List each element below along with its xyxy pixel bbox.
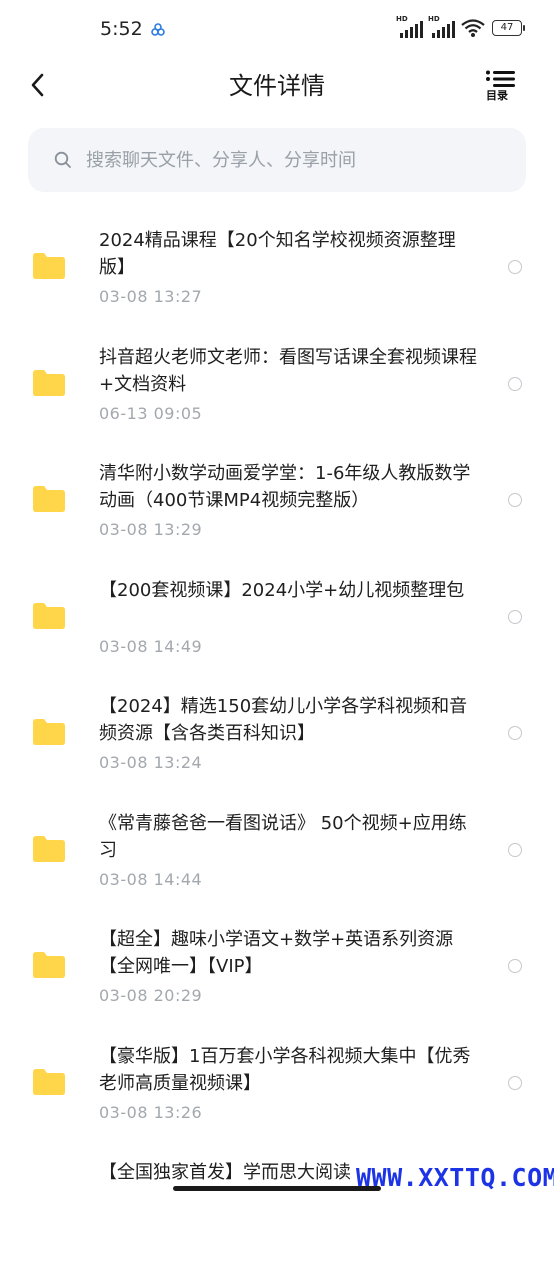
file-name: 【超全】趣味小学语文+数学+英语系列资源【全网唯一】【VIP】 bbox=[99, 929, 454, 977]
file-name: 抖音超火老师文老师：看图写话课全套视频课程+文档资料 bbox=[99, 346, 477, 395]
folder-icon bbox=[33, 602, 65, 629]
battery-icon: 47 bbox=[492, 20, 525, 36]
file-name: 2024精品课程【20个知名学校视频资源整理版】 bbox=[99, 230, 456, 278]
file-time: 03-08 13:27 bbox=[99, 287, 203, 306]
file-row[interactable]: 清华附小数学动画爱学堂：1-6年级人教版数学动画（400节课MP4视频完整版） … bbox=[0, 446, 554, 563]
signal-2-icon: HD bbox=[428, 15, 455, 38]
select-radio[interactable] bbox=[508, 842, 522, 857]
folder-icon bbox=[33, 253, 65, 279]
search-box[interactable] bbox=[28, 128, 526, 192]
file-row[interactable]: 【超全】趣味小学语文+数学+英语系列资源【全网唯一】【VIP】 03-08 20… bbox=[0, 912, 554, 1029]
search-input[interactable] bbox=[84, 148, 488, 172]
file-time: 03-08 14:44 bbox=[99, 869, 203, 889]
file-name: 【2024】精选150套幼儿小学各学科视频和音频资源【含各类百科知识】 bbox=[99, 696, 468, 744]
file-row[interactable]: 《常青藤爸爸一看图说话》 50个视频+应用练习 03-08 14:44 bbox=[0, 796, 554, 913]
file-time: 03-08 20:29 bbox=[99, 986, 203, 1005]
select-radio[interactable] bbox=[508, 1075, 522, 1090]
file-name: 《常青藤爸爸一看图说话》 50个视频+应用练习 bbox=[99, 812, 467, 861]
file-row[interactable]: 抖音超火老师文老师：看图写话课全套视频课程+文档资料 06-13 09:05 bbox=[0, 330, 554, 447]
folder-icon bbox=[33, 369, 65, 396]
file-row[interactable]: 【豪华版】1百万套小学各科视频大集中【优秀老师高质量视频课】 03-08 13:… bbox=[0, 1029, 554, 1146]
status-bar: 5:52 HD HD 47 bbox=[0, 0, 554, 60]
file-time: 03-08 13:24 bbox=[99, 753, 203, 772]
signal-1-icon: HD bbox=[396, 15, 423, 38]
file-time: 03-08 13:29 bbox=[99, 520, 203, 539]
folder-icon bbox=[33, 486, 65, 512]
home-indicator[interactable] bbox=[173, 1186, 381, 1191]
status-time: 5:52 bbox=[100, 18, 143, 40]
select-radio[interactable] bbox=[508, 376, 522, 391]
file-time: 03-08 13:26 bbox=[99, 1102, 203, 1122]
watermark: WWW.XXTTQ.COM bbox=[356, 1163, 554, 1192]
select-radio[interactable] bbox=[508, 726, 522, 740]
battery-level: 47 bbox=[500, 22, 514, 33]
folder-icon bbox=[33, 1068, 65, 1095]
select-radio[interactable] bbox=[508, 493, 522, 507]
file-row[interactable]: 【2024】精选150套幼儿小学各学科视频和音频资源【含各类百科知识】 03-0… bbox=[0, 679, 554, 796]
toc-label: 目录 bbox=[486, 89, 508, 102]
page-title: 文件详情 bbox=[229, 72, 325, 100]
select-radio[interactable] bbox=[508, 609, 522, 624]
folder-icon bbox=[33, 719, 65, 745]
file-name: 【豪华版】1百万套小学各科视频大集中【优秀老师高质量视频课】 bbox=[99, 1045, 471, 1094]
file-name: 【200套视频课】2024小学+幼儿视频整理包 bbox=[99, 579, 465, 601]
file-row[interactable]: 2024精品课程【20个知名学校视频资源整理版】 03-08 13:27 bbox=[0, 213, 554, 330]
file-time: 06-13 09:05 bbox=[99, 403, 203, 423]
file-name: 清华附小数学动画爱学堂：1-6年级人教版数学动画（400节课MP4视频完整版） bbox=[99, 463, 471, 511]
search-icon bbox=[54, 151, 71, 168]
file-row[interactable]: 【200套视频课】2024小学+幼儿视频整理包 03-08 14:49 bbox=[0, 563, 554, 680]
wifi-icon bbox=[461, 19, 485, 37]
flower-app-icon bbox=[151, 23, 165, 36]
file-time: 03-08 14:49 bbox=[99, 636, 203, 656]
file-list: 2024精品课程【20个知名学校视频资源整理版】 03-08 13:27 抖音超… bbox=[0, 213, 554, 1262]
select-radio[interactable] bbox=[508, 959, 522, 973]
folder-icon bbox=[33, 952, 65, 978]
folder-icon bbox=[33, 835, 65, 862]
select-radio[interactable] bbox=[508, 260, 522, 274]
toc-button[interactable]: 目录 bbox=[480, 70, 520, 104]
list-icon bbox=[486, 70, 515, 87]
